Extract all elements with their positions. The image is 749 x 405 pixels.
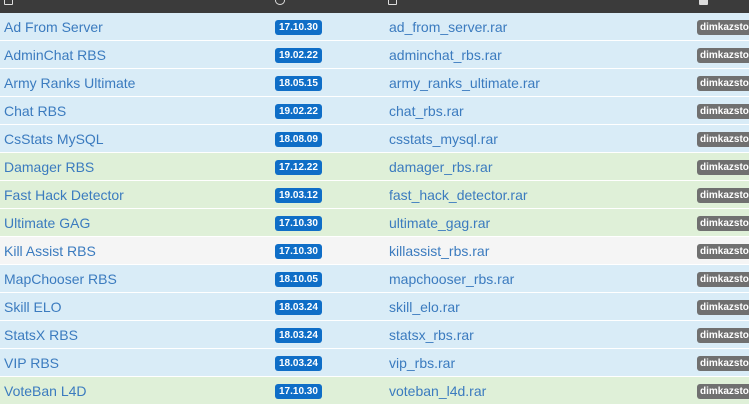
- date-badge: 18.10.05: [275, 272, 322, 287]
- download-file-link[interactable]: csstats_mysql.rar: [389, 131, 498, 147]
- user-icon: [699, 0, 708, 5]
- plugin-name-link[interactable]: StatsX RBS: [4, 327, 78, 343]
- author-badge[interactable]: dimkazsto: [697, 328, 749, 343]
- date-badge: 19.03.12: [275, 188, 322, 203]
- download-file-link[interactable]: army_ranks_ultimate.rar: [389, 75, 540, 91]
- table-row: Army Ranks Ultimate 18.05.15 army_ranks_ul…: [0, 69, 749, 97]
- plugin-name-link[interactable]: AdminChat RBS: [4, 47, 106, 63]
- plugin-name-link[interactable]: VoteBan L4D: [4, 383, 87, 399]
- download-file-link[interactable]: skill_elo.rar: [389, 299, 460, 315]
- table-header: [0, 0, 749, 13]
- table-row: Damager RBS 17.12.22 damager_rbs.rar dimkaz…: [0, 153, 749, 181]
- date-badge: 17.10.30: [275, 216, 322, 231]
- calendar-icon: [275, 0, 285, 5]
- date-badge: 18.03.24: [275, 328, 322, 343]
- download-file-link[interactable]: adminchat_rbs.rar: [389, 47, 502, 63]
- download-file-link[interactable]: statsx_rbs.rar: [389, 327, 474, 343]
- plugin-name-link[interactable]: Ultimate GAG: [4, 215, 90, 231]
- table-row: Kill Assist RBS 17.10.30 killassist_rbs.ra…: [0, 237, 749, 265]
- download-file-link[interactable]: ad_from_server.rar: [389, 19, 507, 35]
- author-badge[interactable]: dimkazsto: [697, 76, 749, 91]
- author-badge[interactable]: dimkazsto: [697, 20, 749, 35]
- plugin-name-link[interactable]: Chat RBS: [4, 103, 66, 119]
- plugin-name-link[interactable]: CsStats MySQL: [4, 131, 104, 147]
- table-row: CsStats MySQL 18.08.09 csstats_mysql.rar di…: [0, 125, 749, 153]
- date-badge: 18.03.24: [275, 300, 322, 315]
- download-file-link[interactable]: voteban_l4d.rar: [389, 383, 486, 399]
- author-badge[interactable]: dimkazsto: [697, 356, 749, 371]
- table-body: Ad From Server 17.10.30 ad_from_server.rar…: [0, 13, 749, 405]
- date-badge: 17.10.30: [275, 20, 322, 35]
- author-badge[interactable]: dimkazsto: [697, 384, 749, 399]
- author-badge[interactable]: dimkazsto: [697, 300, 749, 315]
- author-badge[interactable]: dimkazsto: [697, 216, 749, 231]
- date-badge: 17.12.22: [275, 160, 322, 175]
- archive-icon: [388, 0, 397, 5]
- author-badge[interactable]: dimkazsto: [697, 272, 749, 287]
- plugin-name-link[interactable]: Skill ELO: [4, 299, 62, 315]
- author-badge[interactable]: dimkazsto: [697, 160, 749, 175]
- download-file-link[interactable]: chat_rbs.rar: [389, 103, 464, 119]
- download-file-link[interactable]: fast_hack_detector.rar: [389, 187, 528, 203]
- file-icon: [4, 0, 13, 5]
- date-badge: 18.05.15: [275, 76, 322, 91]
- plugin-name-link[interactable]: MapChooser RBS: [4, 271, 117, 287]
- author-badge[interactable]: dimkazsto: [697, 104, 749, 119]
- download-file-link[interactable]: damager_rbs.rar: [389, 159, 493, 175]
- author-badge[interactable]: dimkazsto: [697, 48, 749, 63]
- table-row: Fast Hack Detector 19.03.12 fast_hack_dete…: [0, 181, 749, 209]
- plugin-name-link[interactable]: Ad From Server: [4, 19, 103, 35]
- plugin-name-link[interactable]: VIP RBS: [4, 355, 59, 371]
- plugin-name-link[interactable]: Damager RBS: [4, 159, 94, 175]
- table-row: StatsX RBS 18.03.24 statsx_rbs.rar dimkazst…: [0, 321, 749, 349]
- date-badge: 17.10.30: [275, 384, 322, 399]
- download-file-link[interactable]: killassist_rbs.rar: [389, 243, 489, 259]
- plugin-name-link[interactable]: Army Ranks Ultimate: [4, 75, 135, 91]
- download-file-link[interactable]: mapchooser_rbs.rar: [389, 271, 514, 287]
- table-row: VIP RBS 18.03.24 vip_rbs.rar dimkazsto: [0, 349, 749, 377]
- table-row: MapChooser RBS 18.10.05 mapchooser_rbs.rar…: [0, 265, 749, 293]
- plugin-name-link[interactable]: Kill Assist RBS: [4, 243, 96, 259]
- plugins-table: Ad From Server 17.10.30 ad_from_server.rar…: [0, 0, 749, 405]
- table-row: Chat RBS 19.02.22 chat_rbs.rar dimkazsto: [0, 97, 749, 125]
- table-row: AdminChat RBS 19.02.22 adminchat_rbs.rar di…: [0, 41, 749, 69]
- date-badge: 17.10.30: [275, 244, 322, 259]
- date-badge: 18.08.09: [275, 132, 322, 147]
- date-badge: 19.02.22: [275, 48, 322, 63]
- author-badge[interactable]: dimkazsto: [697, 132, 749, 147]
- table-row: Ultimate GAG 17.10.30 ultimate_gag.rar dimk…: [0, 209, 749, 237]
- author-badge[interactable]: dimkazsto: [697, 188, 749, 203]
- date-badge: 18.03.24: [275, 356, 322, 371]
- table-row: VoteBan L4D 17.10.30 voteban_l4d.rar dimkaz…: [0, 377, 749, 405]
- download-file-link[interactable]: vip_rbs.rar: [389, 355, 455, 371]
- author-badge[interactable]: dimkazsto: [697, 244, 749, 259]
- download-file-link[interactable]: ultimate_gag.rar: [389, 215, 490, 231]
- table-row: Skill ELO 18.03.24 skill_elo.rar dimkazsto: [0, 293, 749, 321]
- date-badge: 19.02.22: [275, 104, 322, 119]
- table-row: Ad From Server 17.10.30 ad_from_server.rar…: [0, 13, 749, 41]
- plugin-name-link[interactable]: Fast Hack Detector: [4, 187, 124, 203]
